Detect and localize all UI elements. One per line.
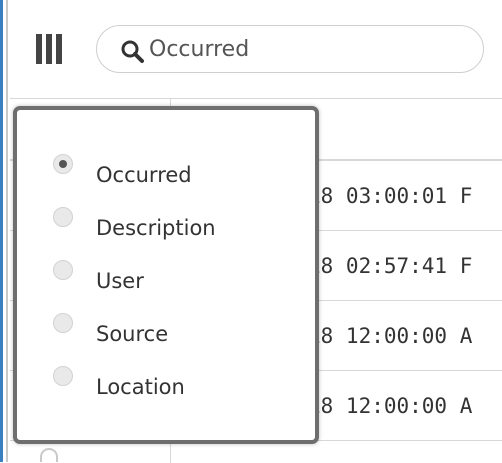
field-option-label: User (96, 269, 144, 293)
field-option-label: Source (96, 322, 169, 346)
radio-button[interactable] (53, 313, 73, 333)
radio-button[interactable] (53, 207, 73, 227)
field-option-occurred[interactable]: Occurred (53, 154, 192, 193)
columns-icon[interactable] (36, 33, 70, 65)
left-accent-bar (0, 0, 3, 462)
field-option-source[interactable]: Source (53, 313, 169, 352)
search-icon (121, 40, 144, 63)
field-option-label: Description (96, 216, 216, 240)
columns-icon-bar (36, 34, 42, 64)
columns-icon-bar (56, 34, 62, 64)
field-option-label: Location (96, 375, 185, 399)
occurred-cell: 18 12:00:00 A (308, 394, 473, 418)
radio-button[interactable] (53, 260, 73, 280)
field-option-location[interactable]: Location (53, 366, 185, 405)
occurred-cell: 18 02:57:41 F (308, 254, 473, 278)
columns-icon-bar (46, 34, 52, 64)
search-input[interactable] (149, 32, 469, 66)
field-option-user[interactable]: User (53, 260, 144, 299)
radio-button[interactable] (53, 366, 73, 386)
partial-row-icon (40, 448, 58, 462)
search-field-popup: Occurred Description User Source Locatio… (13, 106, 319, 444)
radio-button[interactable] (53, 154, 73, 174)
toolbar (10, 0, 502, 98)
search-box[interactable] (96, 25, 484, 73)
occurred-cell: 18 03:00:01 F (308, 184, 473, 208)
field-option-label: Occurred (96, 163, 192, 187)
field-option-description[interactable]: Description (53, 207, 216, 246)
occurred-cell: 18 12:00:00 A (308, 324, 473, 348)
